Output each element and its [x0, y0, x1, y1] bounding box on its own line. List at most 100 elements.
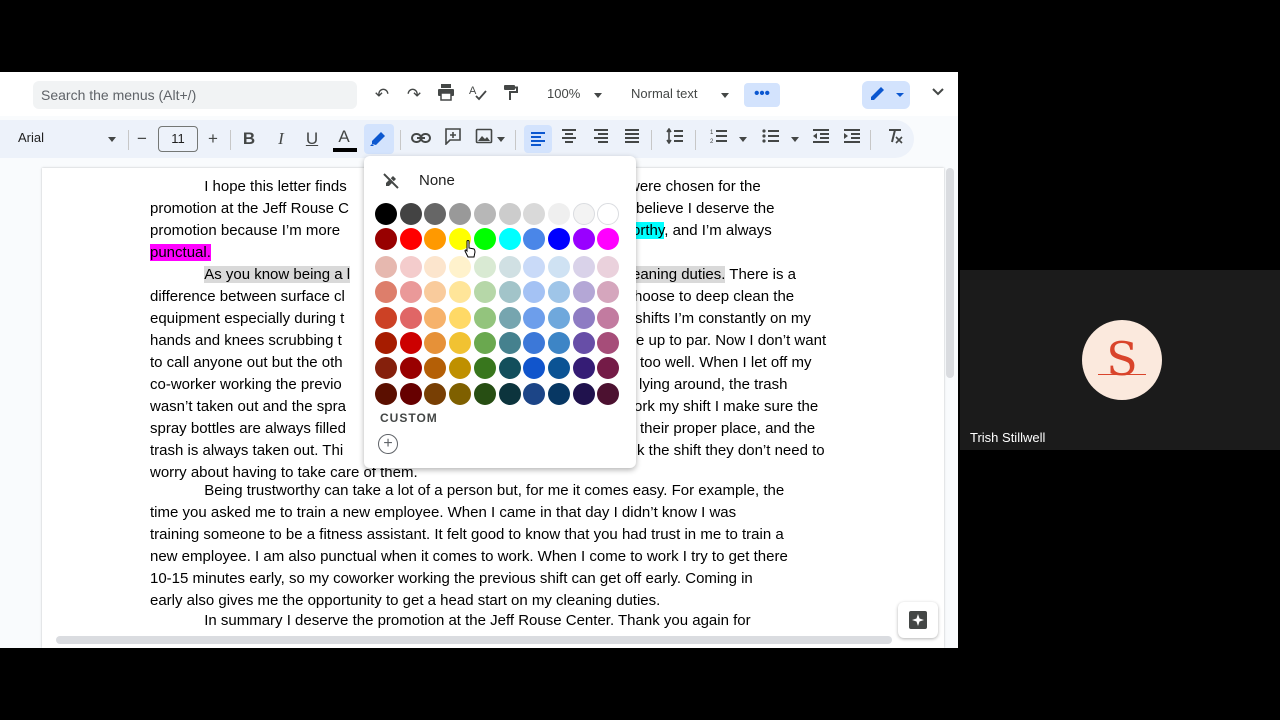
decrease-font-size-button[interactable]: − [130, 127, 154, 151]
zoom-select[interactable]: 100% [547, 84, 580, 104]
color-swatch[interactable] [473, 281, 496, 304]
color-swatch[interactable] [399, 382, 422, 405]
color-swatch[interactable] [498, 203, 521, 225]
add-comment-icon[interactable] [441, 127, 465, 151]
document-paragraph-4[interactable]: In summary I deserve the promotion at th… [150, 610, 855, 632]
color-swatch[interactable] [498, 357, 521, 380]
paint-format-icon[interactable] [498, 83, 522, 107]
collapse-chevron-icon[interactable] [926, 83, 950, 107]
color-swatch[interactable] [523, 281, 546, 304]
color-swatch[interactable] [597, 382, 620, 405]
color-swatch[interactable] [597, 306, 620, 329]
style-select[interactable]: Normal text [631, 84, 697, 104]
color-swatch[interactable] [547, 203, 570, 225]
color-swatch[interactable] [498, 306, 521, 329]
align-right-icon[interactable] [589, 127, 613, 151]
color-swatch[interactable] [547, 306, 570, 329]
color-swatch[interactable] [449, 306, 472, 329]
color-swatch[interactable] [424, 357, 447, 380]
undo-icon[interactable]: ↶ [370, 83, 394, 107]
spellcheck-icon[interactable]: A [466, 83, 490, 107]
color-swatch[interactable] [399, 255, 422, 278]
add-custom-color-button[interactable]: + [378, 434, 398, 454]
color-swatch[interactable] [473, 332, 496, 354]
explore-button[interactable] [898, 602, 938, 638]
color-swatch[interactable] [399, 332, 422, 354]
color-swatch[interactable] [399, 306, 422, 329]
color-swatch[interactable] [375, 306, 397, 329]
increase-indent-icon[interactable] [840, 127, 864, 151]
color-swatch[interactable] [523, 357, 546, 380]
font-chevron-icon[interactable] [108, 137, 116, 142]
color-swatch[interactable] [597, 228, 620, 251]
color-swatch[interactable] [449, 281, 472, 304]
color-swatch[interactable] [449, 332, 472, 354]
color-swatch[interactable] [424, 203, 447, 225]
color-swatch[interactable] [449, 357, 472, 380]
color-swatch[interactable] [473, 255, 496, 278]
color-swatch[interactable] [547, 255, 570, 278]
color-swatch[interactable] [523, 203, 546, 225]
highlight-color-button[interactable] [364, 124, 394, 154]
color-swatch[interactable] [572, 228, 595, 251]
insert-link-icon[interactable] [409, 127, 433, 151]
decrease-indent-icon[interactable] [809, 127, 833, 151]
color-swatch[interactable] [375, 382, 397, 405]
bold-button[interactable]: B [237, 127, 261, 151]
italic-button[interactable]: I [269, 127, 293, 151]
align-left-button[interactable] [524, 125, 552, 153]
color-swatch[interactable] [572, 255, 595, 278]
color-swatch[interactable] [547, 382, 570, 405]
color-swatch[interactable] [572, 357, 595, 380]
color-swatch[interactable] [424, 255, 447, 278]
zoom-chevron-icon[interactable] [594, 93, 602, 98]
style-chevron-icon[interactable] [721, 93, 729, 98]
color-swatch[interactable] [375, 281, 397, 304]
color-swatch[interactable] [399, 281, 422, 304]
color-swatch[interactable] [399, 203, 422, 225]
font-size-input[interactable]: 11 [158, 126, 198, 152]
bulleted-list-icon[interactable] [759, 127, 783, 151]
color-swatch[interactable] [572, 332, 595, 354]
print-icon[interactable] [434, 83, 458, 107]
color-swatch[interactable] [375, 203, 397, 225]
bulleted-list-chevron-icon[interactable] [791, 137, 799, 142]
color-swatch[interactable] [424, 228, 447, 251]
color-swatch[interactable] [547, 228, 570, 251]
color-swatch[interactable] [399, 228, 422, 251]
color-swatch[interactable] [498, 281, 521, 304]
numbered-list-icon[interactable]: 12 [707, 127, 731, 151]
color-swatch[interactable] [449, 382, 472, 405]
increase-font-size-button[interactable]: + [201, 127, 225, 151]
color-swatch[interactable] [424, 332, 447, 354]
numbered-list-chevron-icon[interactable] [739, 137, 747, 142]
color-swatch[interactable] [498, 332, 521, 354]
color-swatch[interactable] [424, 281, 447, 304]
color-swatch[interactable] [473, 357, 496, 380]
align-center-icon[interactable] [557, 127, 581, 151]
color-swatch[interactable] [473, 382, 496, 405]
line-spacing-icon[interactable] [663, 127, 687, 151]
justify-icon[interactable] [620, 127, 644, 151]
color-swatch[interactable] [473, 306, 496, 329]
color-swatch[interactable] [597, 255, 620, 278]
color-swatch[interactable] [572, 281, 595, 304]
color-swatch[interactable] [498, 382, 521, 405]
image-chevron-icon[interactable] [497, 137, 505, 142]
color-swatch[interactable] [572, 306, 595, 329]
vertical-scrollbar[interactable] [946, 168, 954, 378]
color-swatch[interactable] [375, 255, 397, 278]
clear-formatting-icon[interactable] [883, 127, 907, 151]
horizontal-scrollbar[interactable] [56, 636, 892, 644]
color-swatch[interactable] [547, 281, 570, 304]
color-swatch[interactable] [547, 332, 570, 354]
text-color-button[interactable]: A [332, 125, 356, 149]
color-swatch[interactable] [449, 255, 472, 278]
font-select[interactable]: Arial [18, 128, 44, 148]
color-swatch[interactable] [498, 255, 521, 278]
color-swatch[interactable] [498, 228, 521, 251]
color-swatch[interactable] [424, 382, 447, 405]
color-swatch[interactable] [597, 281, 620, 304]
color-swatch[interactable] [547, 357, 570, 380]
color-swatch[interactable] [473, 203, 496, 225]
